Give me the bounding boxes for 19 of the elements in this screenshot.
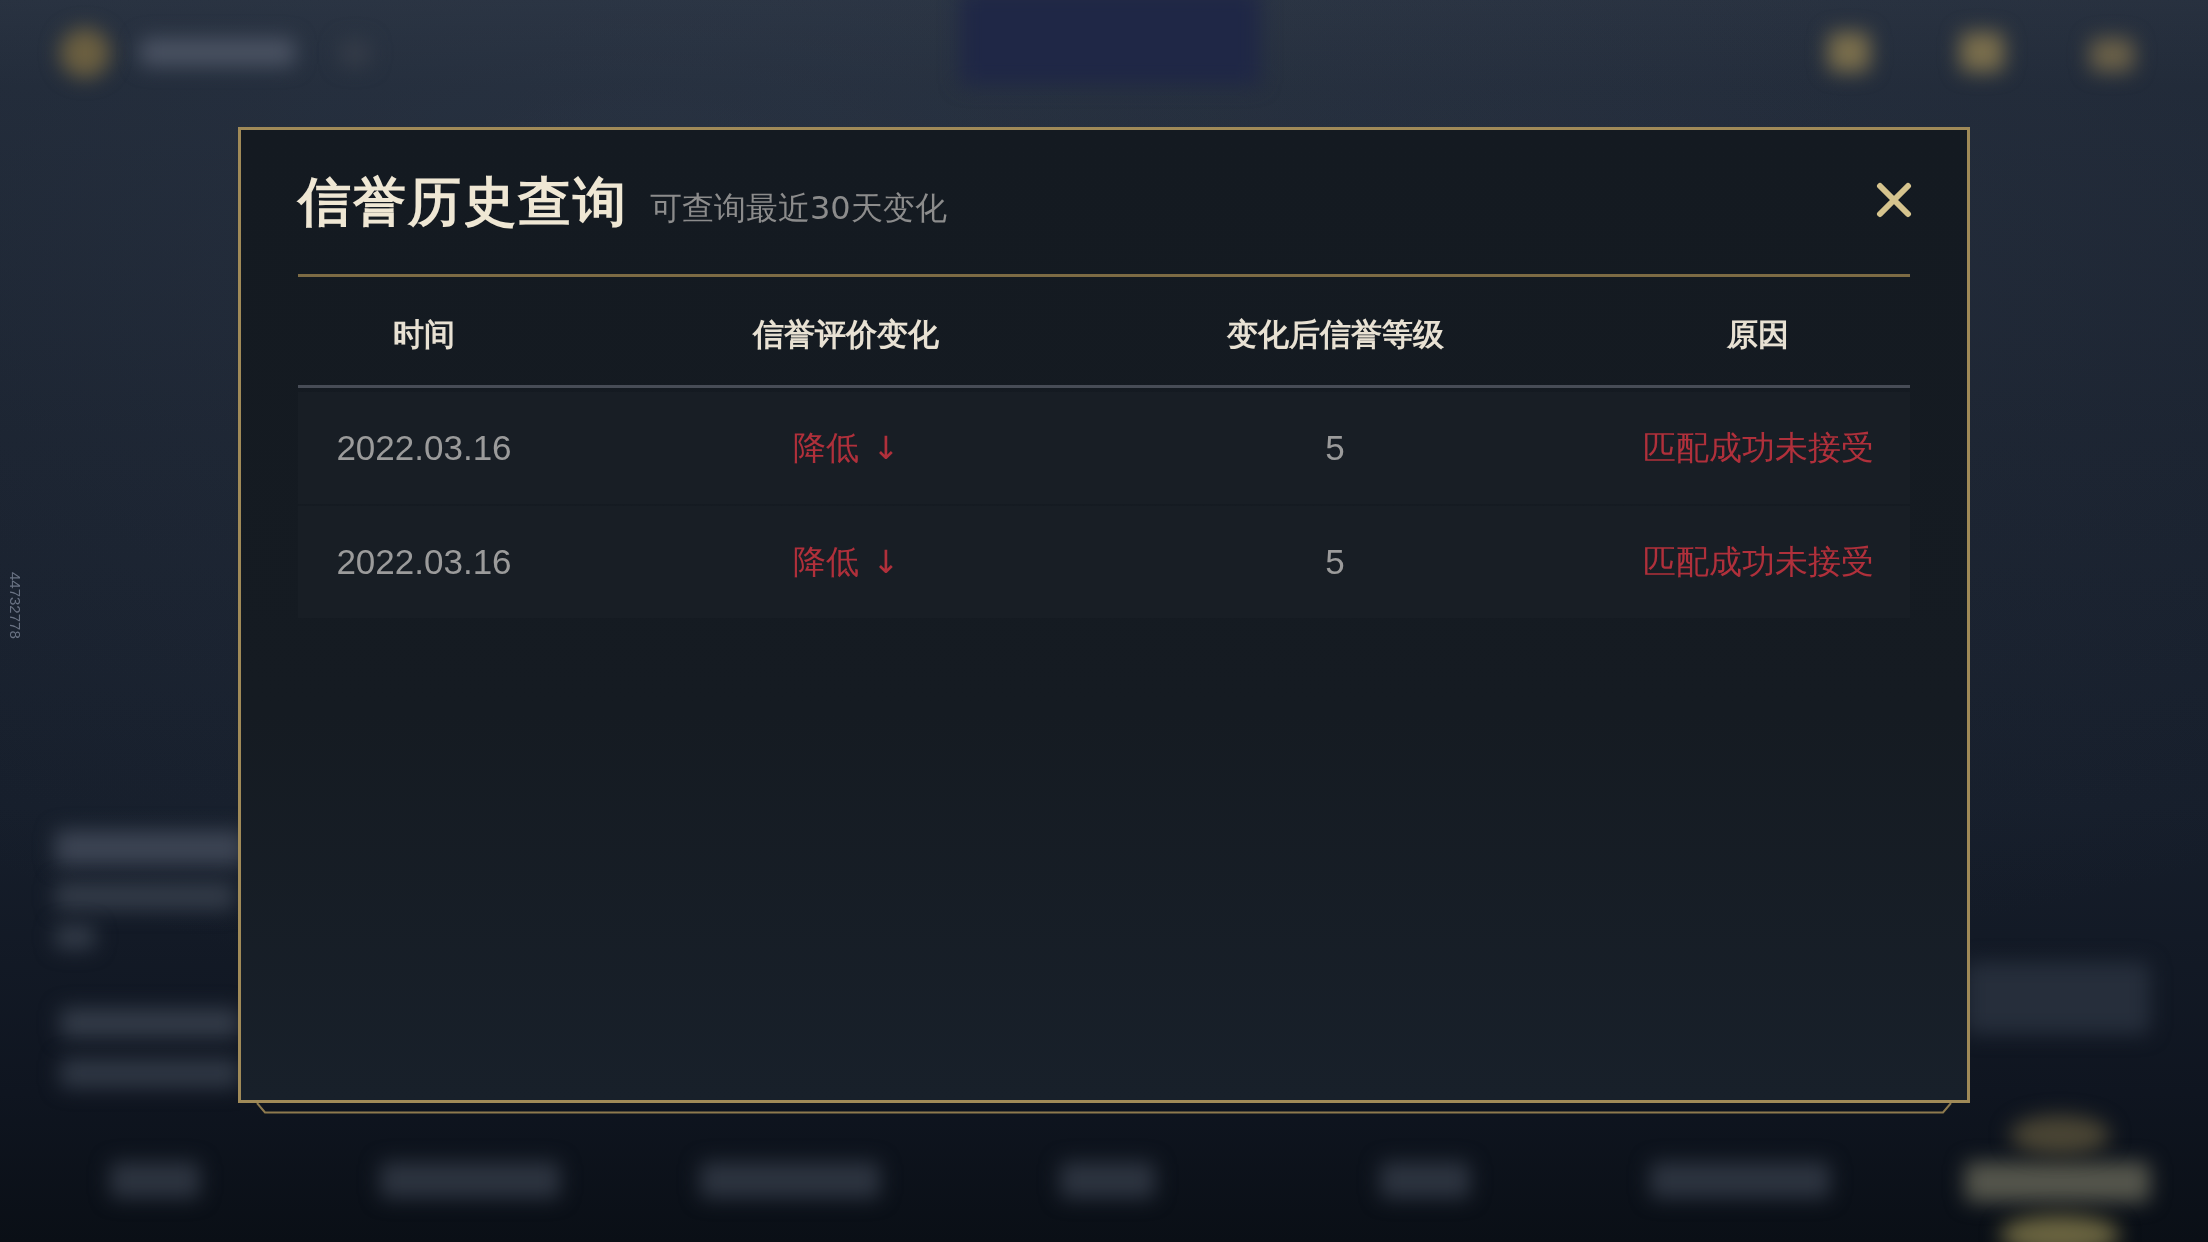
reason-text: 匹配成功未接受	[1642, 426, 1874, 469]
down-arrow-icon: ↓	[872, 429, 900, 467]
level-text: 5	[1325, 542, 1345, 582]
level-text: 5	[1325, 428, 1345, 468]
dialog-title: 信誉历史查询	[298, 172, 628, 232]
id-number-text: 44732778	[8, 572, 23, 639]
reason-text: 匹配成功未接受	[1642, 540, 1874, 583]
close-button[interactable]	[1876, 182, 1912, 218]
column-header: 原因	[1727, 315, 1789, 354]
date-text: 2022.03.16	[336, 428, 512, 468]
column-header: 信誉评价变化	[753, 315, 939, 354]
column-header: 变化后信誉等级	[1226, 315, 1444, 354]
change-text: 降低	[792, 540, 859, 583]
column-header: 时间	[393, 315, 455, 354]
dialog-subtitle: 可查询最近30天变化	[650, 191, 947, 227]
close-icon	[1876, 182, 1912, 218]
date-text: 2022.03.16	[336, 542, 512, 582]
down-arrow-icon: ↓	[872, 543, 900, 581]
change-text: 降低	[792, 426, 859, 469]
